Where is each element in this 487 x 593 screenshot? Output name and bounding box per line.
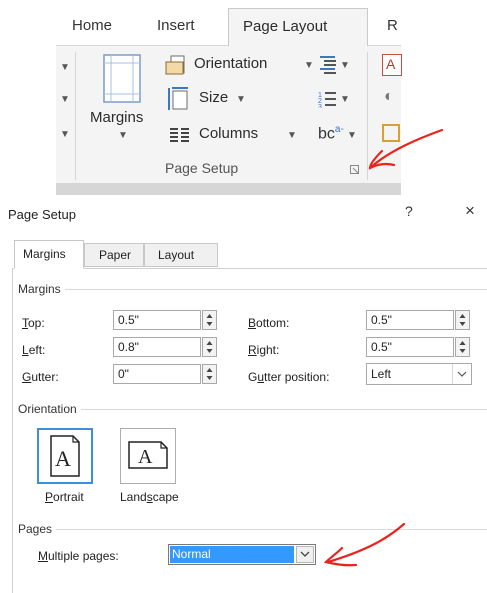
chevron-down-icon: ▼ [287, 130, 297, 141]
top-margin-spinner[interactable] [202, 310, 217, 330]
section-divider [20, 289, 487, 290]
hyphenation-label: bc [318, 125, 335, 143]
portrait-icon-letter: A [55, 446, 71, 471]
right-margin-input[interactable]: 0.5" [366, 337, 454, 357]
hyphenation-button[interactable]: bca- ▼ [318, 122, 358, 148]
chevron-down-icon [296, 546, 314, 563]
chevron-down-icon[interactable]: ▼ [60, 129, 70, 140]
annotation-arrow [323, 522, 406, 567]
bottom-margin-input[interactable]: 0.5" [366, 310, 454, 330]
tab-layout[interactable]: Layout [144, 243, 218, 267]
margins-label: Margins [90, 109, 144, 126]
ribbon: Home Insert Page Layout R ▼ ▼ ▼ Margins … [0, 0, 487, 198]
orientation-section-title: Orientation [18, 402, 81, 416]
tab-paper[interactable]: Paper [84, 243, 144, 267]
landscape-icon: A [128, 441, 168, 469]
help-icon[interactable]: ? [405, 203, 413, 219]
chevron-down-icon[interactable]: ▼ [60, 62, 70, 73]
left-margin-spinner[interactable] [202, 337, 217, 357]
annotation-arrow [368, 128, 444, 170]
group-separator [75, 52, 76, 180]
close-icon[interactable]: × [465, 201, 475, 221]
right-margin-value: 0.5" [371, 340, 392, 354]
gutter-value: 0" [118, 367, 129, 381]
columns-icon [170, 128, 189, 142]
tab-insert[interactable]: Insert [157, 17, 195, 34]
right-margin-spinner[interactable] [455, 337, 470, 357]
chevron-down-icon: ▼ [236, 94, 246, 105]
size-icon [168, 87, 188, 110]
dialog-launcher-icon[interactable] [350, 165, 360, 175]
tab-paper-label: Paper [99, 248, 132, 262]
page-setup-group-label: Page Setup [165, 160, 239, 176]
tab-margins-label: Margins [23, 247, 66, 261]
landscape-icon-letter: A [138, 446, 153, 468]
portrait-label: Portrait [45, 490, 84, 504]
bottom-label: Bottom: [248, 316, 290, 330]
tab-page-layout-label: Page Layout [243, 18, 328, 35]
section-divider [20, 529, 487, 530]
orientation-label: Orientation [194, 55, 268, 72]
watermark-icon[interactable]: A [382, 54, 402, 76]
left-margin-input[interactable]: 0.8" [113, 337, 201, 357]
orientation-button[interactable]: Orientation ▼ [165, 53, 320, 77]
landscape-option[interactable]: A [120, 428, 176, 484]
bottom-margin-value: 0.5" [371, 313, 392, 327]
chevron-down-icon[interactable]: ▼ [60, 94, 70, 105]
gutter-position-label: Gutter position: [248, 370, 330, 384]
margins-button[interactable]: Margins ▼ [90, 52, 160, 152]
tab-r[interactable]: R [387, 17, 398, 34]
chevron-down-icon: ▼ [340, 60, 350, 71]
top-margin-value: 0.5" [118, 313, 139, 327]
landscape-label: Landscape [120, 490, 179, 504]
page-color-icon[interactable]: ◐ [384, 88, 394, 106]
tab-layout-label: Layout [158, 248, 195, 262]
gutter-input[interactable]: 0" [113, 364, 201, 384]
multiple-pages-select[interactable]: Normal [168, 544, 316, 565]
hyphenation-icon: bca- [318, 124, 344, 143]
portrait-option[interactable]: A [37, 428, 93, 484]
top-label: Top: [22, 316, 45, 330]
dialog-title: Page Setup [8, 207, 76, 222]
pages-section-title: Pages [18, 522, 57, 536]
size-button[interactable]: Size ▼ [168, 86, 258, 112]
bottom-margin-spinner[interactable] [455, 310, 470, 330]
chevron-down-icon: ▼ [118, 130, 128, 141]
section-divider [20, 409, 487, 410]
gutter-label: Gutter: [22, 370, 59, 384]
breaks-button[interactable]: ▼ [318, 54, 352, 76]
left-label: Left: [22, 343, 46, 357]
chevron-down-icon: ▼ [347, 130, 357, 141]
line-numbers-button[interactable]: 1 2 3 ▼ [318, 88, 352, 110]
columns-button[interactable]: Columns ▼ [170, 122, 320, 148]
gutter-spinner[interactable] [202, 364, 217, 384]
portrait-icon: A [50, 435, 80, 477]
gutter-position-value: Left [371, 367, 392, 381]
left-margin-value: 0.8" [118, 340, 139, 354]
multiple-pages-label: Multiple pages: [38, 549, 119, 563]
tab-margins[interactable]: Margins [14, 240, 84, 269]
chevron-down-icon: ▼ [304, 60, 314, 71]
svg-text:3: 3 [318, 104, 322, 108]
tab-page-layout[interactable]: Page Layout [228, 8, 368, 46]
ribbon-bottom-strip [56, 183, 401, 195]
size-label: Size [199, 89, 229, 106]
line-numbers-icon: 1 2 3 [318, 92, 336, 108]
columns-label: Columns [199, 125, 259, 142]
margins-icon [103, 54, 141, 103]
top-margin-input[interactable]: 0.5" [113, 310, 201, 330]
gutter-position-select[interactable]: Left [366, 363, 472, 385]
orientation-icon [165, 55, 185, 75]
tab-home[interactable]: Home [72, 17, 112, 34]
breaks-icon [320, 56, 336, 74]
chevron-down-icon [452, 364, 471, 384]
chevron-down-icon: ▼ [340, 94, 350, 105]
multiple-pages-value: Normal [170, 546, 294, 563]
right-label: Right: [248, 343, 280, 357]
margins-section-title: Margins [18, 282, 65, 296]
